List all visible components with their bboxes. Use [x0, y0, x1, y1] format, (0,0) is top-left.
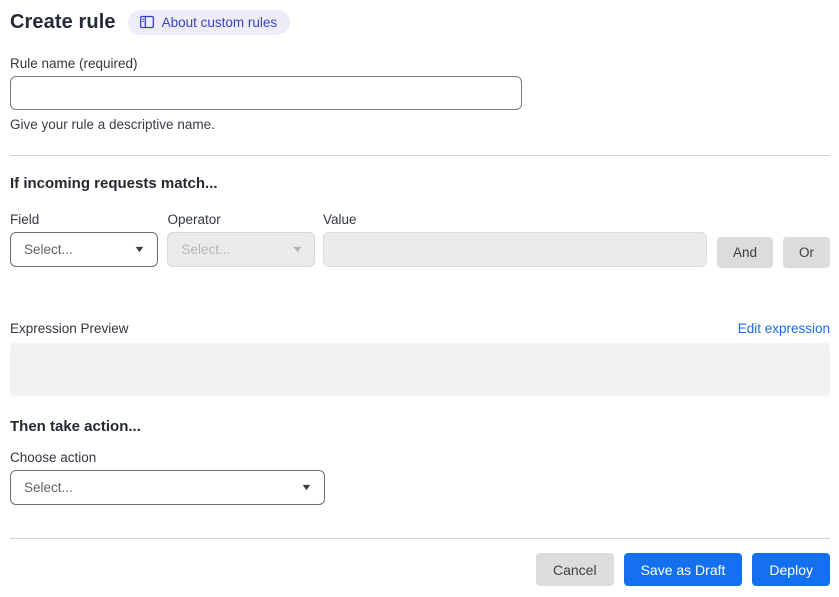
- value-label: Value: [322, 212, 357, 227]
- chevron-down-icon: ▼: [290, 244, 304, 254]
- footer-divider: [10, 538, 830, 539]
- operator-select-value: Select...: [181, 242, 231, 257]
- edit-expression-link[interactable]: Edit expression: [738, 321, 830, 336]
- about-badge-label: About custom rules: [161, 14, 278, 30]
- chevron-down-icon: ▼: [133, 244, 147, 254]
- cancel-button[interactable]: Cancel: [535, 553, 614, 586]
- andor-buttons: And Or: [716, 237, 830, 268]
- or-button[interactable]: Or: [783, 237, 830, 268]
- match-condition-row: Field Select... ▼ Operator Select... ▼ V…: [10, 212, 830, 268]
- choose-action-select[interactable]: Select... ▼: [10, 470, 325, 505]
- rule-name-label: Rule name (required): [10, 56, 138, 71]
- operator-column: Operator Select... ▼: [167, 212, 322, 267]
- expression-preview-row: Expression Preview Edit expression: [10, 321, 830, 336]
- create-rule-page: Create rule About custom rules Rule name…: [0, 0, 839, 597]
- footer-actions: Cancel Save as Draft Deploy: [10, 553, 830, 586]
- match-section-heading: If incoming requests match...: [10, 175, 218, 192]
- value-input[interactable]: [322, 232, 707, 267]
- rule-name-input[interactable]: [10, 76, 522, 110]
- expression-preview-box: [10, 343, 830, 396]
- rule-name-help: Give your rule a descriptive name.: [10, 117, 215, 132]
- book-icon: [139, 14, 155, 30]
- action-section-heading: Then take action...: [10, 418, 141, 435]
- choose-action-label: Choose action: [10, 450, 97, 465]
- page-title: Create rule: [10, 11, 116, 33]
- operator-select[interactable]: Select... ▼: [167, 232, 316, 267]
- deploy-button[interactable]: Deploy: [752, 553, 830, 586]
- about-custom-rules-badge[interactable]: About custom rules: [127, 10, 291, 35]
- field-label: Field: [10, 212, 40, 227]
- section-divider: [10, 155, 830, 156]
- choose-action-value: Select...: [24, 480, 73, 495]
- and-button[interactable]: And: [716, 237, 773, 268]
- operator-label: Operator: [167, 212, 221, 227]
- chevron-down-icon: ▼: [300, 482, 314, 492]
- field-select[interactable]: Select... ▼: [10, 232, 158, 267]
- save-as-draft-button[interactable]: Save as Draft: [623, 553, 743, 586]
- expression-preview-label: Expression Preview: [10, 321, 129, 336]
- field-select-value: Select...: [24, 242, 73, 257]
- value-column: Value: [322, 212, 707, 267]
- page-header: Create rule About custom rules: [10, 10, 830, 35]
- field-column: Field Select... ▼: [10, 212, 167, 267]
